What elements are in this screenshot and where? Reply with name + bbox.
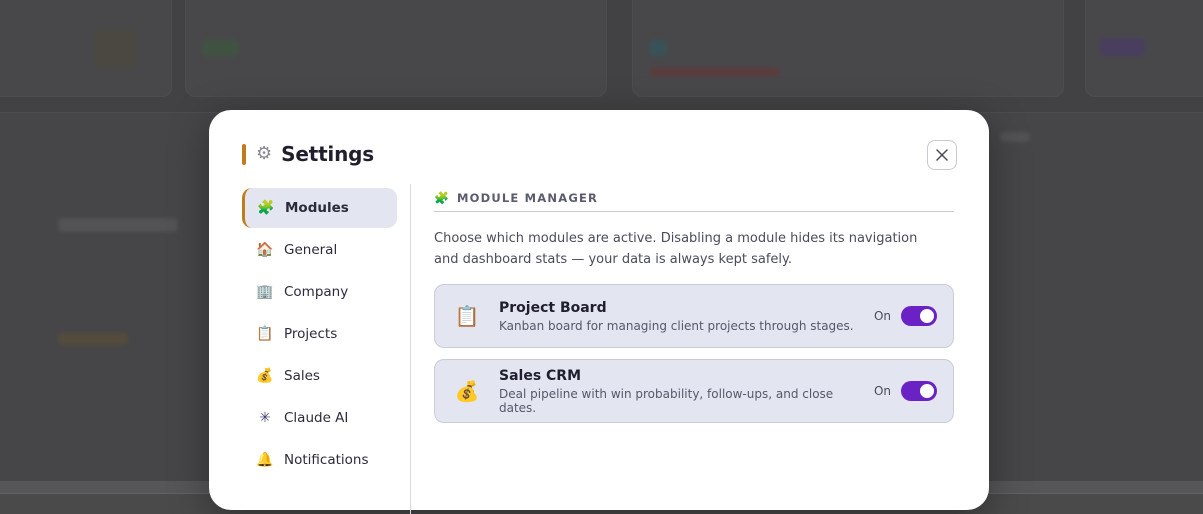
project-board-toggle[interactable] xyxy=(901,306,937,326)
modal-header: ⚙ Settings xyxy=(242,142,374,166)
sidebar-item-label: Claude AI xyxy=(284,410,349,426)
puzzle-icon: 🧩 xyxy=(434,191,449,205)
module-state-label: On xyxy=(873,384,891,398)
bell-icon: 🔔 xyxy=(256,452,274,468)
title-accent-bar xyxy=(242,143,246,165)
sales-crm-toggle[interactable] xyxy=(901,381,937,401)
toggle-knob xyxy=(920,309,934,323)
module-description: Deal pipeline with win probability, foll… xyxy=(499,386,834,415)
house-icon: 🏠 xyxy=(256,242,274,258)
sidebar-item-label: Company xyxy=(284,284,349,300)
sidebar-item-general[interactable]: 🏠 General xyxy=(242,230,397,270)
section-description: Choose which modules are active. Disabli… xyxy=(434,231,918,267)
gear-icon: ⚙ xyxy=(256,143,273,164)
modal-title: Settings xyxy=(281,142,374,166)
section-divider xyxy=(434,211,954,212)
sidebar-item-company[interactable]: 🏢 Company xyxy=(242,272,397,312)
module-card-project-board: 📋 Project Board Kanban board for managin… xyxy=(434,284,954,348)
module-name: Sales CRM xyxy=(499,367,582,384)
clipboard-icon: 📋 xyxy=(256,326,274,342)
money-bag-icon: 💰 xyxy=(454,379,480,403)
close-button[interactable] xyxy=(927,140,957,170)
section-title: MODULE MANAGER xyxy=(456,191,599,205)
module-state-label: On xyxy=(873,309,891,323)
settings-sidebar: 🧩 Modules 🏠 General 🏢 Company 📋 Projects… xyxy=(242,188,397,482)
sidebar-item-claude-ai[interactable]: ✳ Claude AI xyxy=(242,398,397,438)
sidebar-divider xyxy=(410,184,411,514)
module-card-sales-crm: 💰 Sales CRM Deal pipeline with win proba… xyxy=(434,359,954,423)
sidebar-item-label: General xyxy=(284,242,338,258)
settings-modal: ⚙ Settings 🧩 Modules 🏠 General 🏢 Company… xyxy=(209,110,989,514)
puzzle-icon: 🧩 xyxy=(257,200,275,216)
sidebar-item-label: Projects xyxy=(284,326,338,342)
clipboard-icon: 📋 xyxy=(454,304,480,328)
money-bag-icon: 💰 xyxy=(256,368,274,384)
module-description: Kanban board for managing client project… xyxy=(499,318,854,333)
sidebar-item-label: Notifications xyxy=(284,452,369,468)
module-name: Project Board xyxy=(499,299,607,316)
sidebar-item-label: Modules xyxy=(285,200,349,216)
building-icon: 🏢 xyxy=(256,284,274,300)
close-icon xyxy=(936,149,948,161)
sidebar-item-modules[interactable]: 🧩 Modules xyxy=(242,188,397,228)
sidebar-item-label: Sales xyxy=(284,368,320,384)
sidebar-item-sales[interactable]: 💰 Sales xyxy=(242,356,397,396)
toggle-knob xyxy=(920,384,934,398)
sidebar-item-notifications[interactable]: 🔔 Notifications xyxy=(242,440,397,480)
sparkle-icon: ✳ xyxy=(259,410,271,426)
section-header: 🧩 MODULE MANAGER xyxy=(434,188,954,208)
sidebar-item-projects[interactable]: 📋 Projects xyxy=(242,314,397,354)
settings-content: 🧩 MODULE MANAGER Choose which modules ar… xyxy=(434,188,954,423)
